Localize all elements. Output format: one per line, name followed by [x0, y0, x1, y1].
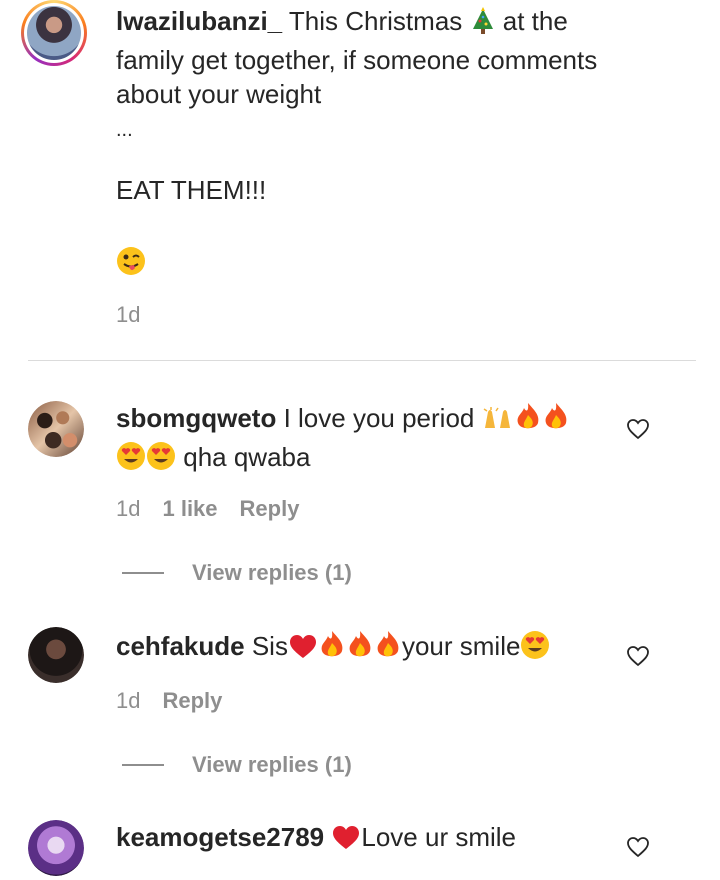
- avatar[interactable]: [28, 820, 84, 876]
- caption-line1-before: This Christmas: [288, 6, 463, 36]
- comment-body-b: your smile: [401, 631, 521, 661]
- comment-text: sbomgqweto I love you period qha qwaba: [116, 401, 630, 479]
- comment-body-a: Love ur smile: [361, 822, 516, 852]
- red-heart-emoji-icon: [288, 634, 318, 668]
- caption-ellipsis: ...: [116, 119, 133, 141]
- comment-username[interactable]: sbomgqweto: [116, 403, 276, 433]
- caption-timestamp: 1d: [116, 302, 141, 327]
- heart-eyes-emoji-icon: [116, 441, 146, 479]
- comment-text: keamogetse2789 Love ur smile: [116, 820, 630, 859]
- reply-button[interactable]: Reply: [240, 496, 300, 522]
- fire-emoji-icon: [346, 630, 374, 668]
- reply-button[interactable]: Reply: [162, 688, 222, 714]
- fire-emoji-icon: [542, 402, 570, 440]
- heart-eyes-emoji-icon: [146, 441, 176, 479]
- avatar[interactable]: [28, 627, 84, 683]
- view-replies-label: View replies (1): [192, 752, 352, 777]
- view-replies-label: View replies (1): [192, 560, 352, 585]
- comment-username[interactable]: cehfakude: [116, 631, 245, 661]
- caption-meta: 1d: [116, 302, 140, 328]
- comment-timestamp: 1d: [116, 688, 141, 713]
- fire-emoji-icon: [318, 630, 346, 668]
- comment-body-b: qha qwaba: [183, 442, 311, 472]
- comment-body-a: I love you period: [283, 403, 475, 433]
- view-replies-button[interactable]: View replies (1): [122, 560, 352, 586]
- comment-meta: 1d Reply: [116, 688, 222, 714]
- fire-emoji-icon: [514, 402, 542, 440]
- caption-username[interactable]: lwazilubanzi_: [116, 6, 282, 36]
- red-heart-emoji-icon: [331, 825, 361, 859]
- heart-eyes-emoji-icon: [520, 630, 550, 668]
- comment-username[interactable]: keamogetse2789: [116, 822, 324, 852]
- comment-body-a: Sis: [251, 631, 288, 661]
- view-replies-line: [122, 572, 164, 574]
- comment-likes[interactable]: 1 like: [162, 496, 217, 522]
- like-heart-icon[interactable]: [626, 418, 650, 440]
- comment-meta: 1d 1 like Reply: [116, 496, 299, 522]
- tongue-wink-emoji-icon: [116, 246, 146, 284]
- avatar[interactable]: [28, 401, 84, 457]
- fire-emoji-icon: [374, 630, 402, 668]
- caption-text: lwazilubanzi_ This Christmas at the fami…: [116, 4, 630, 284]
- comment-text: cehfakude Sis your smile: [116, 629, 630, 668]
- raised-hands-emoji-icon: [482, 406, 514, 440]
- view-replies-button[interactable]: View replies (1): [122, 752, 352, 778]
- comment-timestamp: 1d: [116, 496, 141, 521]
- view-replies-line: [122, 764, 164, 766]
- divider: [28, 360, 696, 361]
- like-heart-icon[interactable]: [626, 836, 650, 858]
- caption-line1-after: at the: [502, 6, 568, 36]
- caption-line2: family get together, if someone comments: [116, 45, 598, 75]
- avatar[interactable]: [21, 0, 87, 66]
- caption-line3: about your weight: [116, 79, 322, 109]
- like-heart-icon[interactable]: [626, 645, 650, 667]
- christmas-tree-icon: [470, 7, 496, 43]
- caption-line5: EAT THEM!!!: [116, 175, 267, 205]
